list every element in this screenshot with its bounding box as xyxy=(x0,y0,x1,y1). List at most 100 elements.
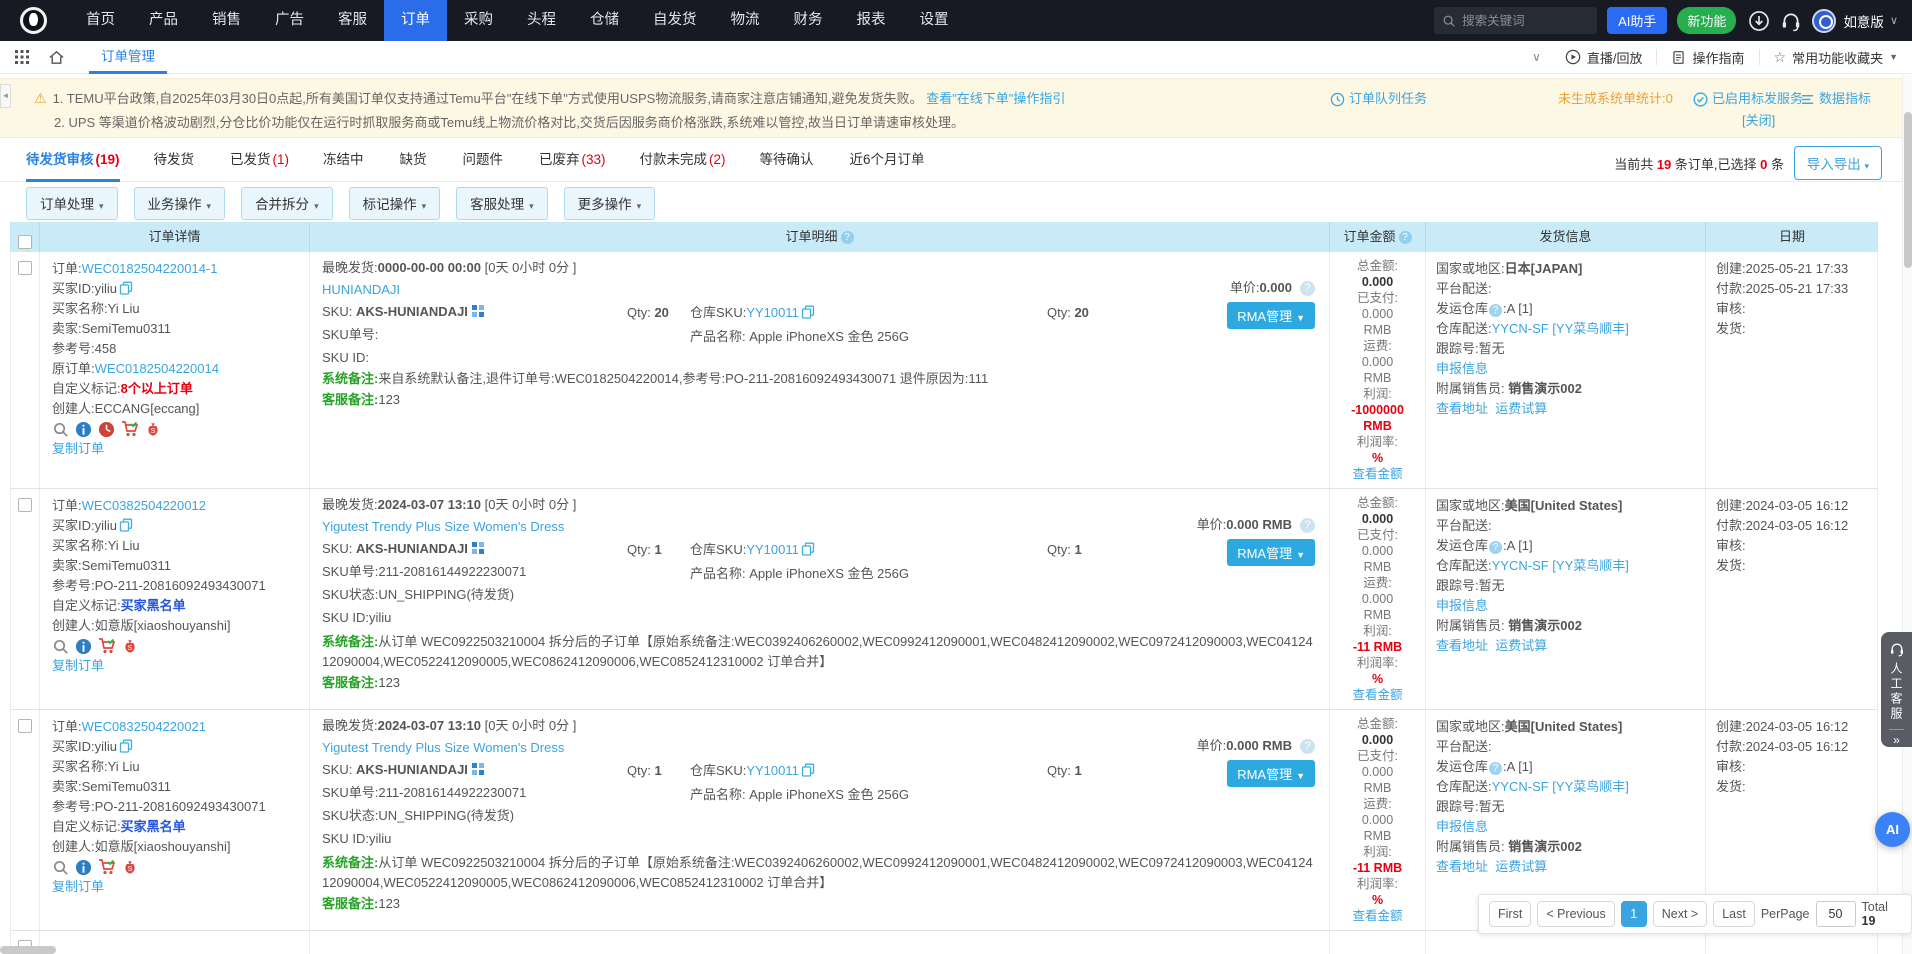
row-checkbox[interactable] xyxy=(18,498,32,512)
order-queue-task-link[interactable]: 订单队列任务 xyxy=(1330,87,1427,111)
freight-trial-link[interactable]: 运费试算 xyxy=(1495,401,1547,416)
help-icon[interactable]: ? xyxy=(1300,739,1315,754)
original-order-link[interactable]: WEC0182504220014 xyxy=(95,361,219,376)
tab-problem[interactable]: 问题件 xyxy=(463,142,506,182)
row-checkbox[interactable] xyxy=(18,261,32,275)
product-title-link[interactable]: Yigutest Trendy Plus Size Women's Dress xyxy=(322,740,564,755)
copy-icon[interactable] xyxy=(119,739,133,753)
help-icon[interactable]: ? xyxy=(841,231,854,244)
user-avatar[interactable] xyxy=(1812,9,1836,33)
tab-discarded[interactable]: 已废弃(33) xyxy=(539,142,606,182)
enabled-label-service-link[interactable]: 已启用标发服务 xyxy=(1693,87,1803,111)
nav-orders[interactable]: 订单 xyxy=(384,0,447,41)
user-name[interactable]: 如意版 xyxy=(1843,11,1884,31)
pagination-first-button[interactable]: First xyxy=(1489,901,1531,927)
info-icon[interactable] xyxy=(75,421,92,438)
money-bag-icon[interactable] xyxy=(122,859,138,876)
declare-info-link[interactable]: 申报信息 xyxy=(1436,598,1488,613)
warehouse-delivery-link[interactable]: YYCN-SF [YY菜鸟顺丰] xyxy=(1492,321,1629,336)
download-icon[interactable] xyxy=(1748,10,1770,32)
warehouse-sku-link[interactable]: YY10011 xyxy=(746,542,799,557)
view-address-link[interactable]: 查看地址 xyxy=(1436,859,1488,874)
cart-check-icon[interactable] xyxy=(98,858,116,876)
nav-product[interactable]: 产品 xyxy=(132,0,195,41)
customer-service-tab[interactable]: 人工客服 » xyxy=(1881,632,1912,747)
pagination-current-page[interactable]: 1 xyxy=(1621,901,1647,927)
info-icon[interactable] xyxy=(75,859,92,876)
help-icon[interactable]: ? xyxy=(1300,518,1315,533)
copy-order-link[interactable]: 复制订单 xyxy=(52,879,104,894)
nav-purchase[interactable]: 采购 xyxy=(447,0,510,41)
merge-split-button[interactable]: 合并拆分▾ xyxy=(241,187,333,220)
cs-process-button[interactable]: 客服处理▾ xyxy=(456,187,548,220)
more-ops-button[interactable]: 更多操作▾ xyxy=(564,187,656,220)
nav-settings[interactable]: 设置 xyxy=(903,0,966,41)
nav-sales[interactable]: 销售 xyxy=(195,0,258,41)
freight-trial-link[interactable]: 运费试算 xyxy=(1495,859,1547,874)
tab-payment-incomplete[interactable]: 付款未完成(2) xyxy=(640,142,726,182)
nav-finance[interactable]: 财务 xyxy=(777,0,840,41)
rma-manage-button[interactable]: RMA管理▼ xyxy=(1227,760,1315,787)
sku-grid-icon[interactable] xyxy=(472,305,484,317)
copy-icon[interactable] xyxy=(801,763,815,777)
perpage-input[interactable] xyxy=(1816,901,1856,927)
sku-grid-icon[interactable] xyxy=(472,542,484,554)
nav-warehouse[interactable]: 仓储 xyxy=(573,0,636,41)
warehouse-delivery-link[interactable]: YYCN-SF [YY菜鸟顺丰] xyxy=(1492,558,1629,573)
magnifier-icon[interactable] xyxy=(52,859,69,876)
tabs-chevron-icon[interactable]: ∨ xyxy=(1522,50,1551,64)
copy-icon[interactable] xyxy=(801,305,815,319)
select-all-checkbox[interactable] xyxy=(18,235,32,249)
view-amount-link[interactable]: 查看金额 xyxy=(1352,467,1402,481)
tab-awaiting-confirm[interactable]: 等待确认 xyxy=(760,142,816,182)
declare-info-link[interactable]: 申报信息 xyxy=(1436,361,1488,376)
apps-grid-icon[interactable] xyxy=(14,49,30,65)
product-title-link[interactable]: HUNIANDAJI xyxy=(322,282,400,297)
help-icon[interactable]: ? xyxy=(1399,231,1412,244)
pagination-next-button[interactable]: Next > xyxy=(1653,901,1707,927)
mark-ops-button[interactable]: 标记操作▾ xyxy=(349,187,441,220)
operation-guide-link[interactable]: 操作指南 xyxy=(1657,48,1758,66)
ai-chat-bubble[interactable]: AI xyxy=(1875,812,1910,847)
help-icon[interactable]: ? xyxy=(1489,304,1502,317)
order-number-link[interactable]: WEC0832504220021 xyxy=(82,719,206,734)
new-features-button[interactable]: 新功能 xyxy=(1677,7,1736,34)
product-title-link[interactable]: Yigutest Trendy Plus Size Women's Dress xyxy=(322,519,564,534)
copy-icon[interactable] xyxy=(801,542,815,556)
live-replay-link[interactable]: 直播/回放 xyxy=(1551,48,1657,66)
pagination-prev-button[interactable]: < Previous xyxy=(1537,901,1614,927)
collapse-notice-icon[interactable]: ◄ xyxy=(0,84,11,108)
data-metrics-link[interactable]: 数据指标 xyxy=(1800,87,1871,111)
help-icon[interactable]: ? xyxy=(1489,762,1502,775)
home-icon[interactable] xyxy=(48,49,65,66)
order-number-link[interactable]: WEC0182504220014-1 xyxy=(82,261,218,276)
warehouse-sku-link[interactable]: YY10011 xyxy=(746,763,799,778)
view-amount-link[interactable]: 查看金额 xyxy=(1352,688,1402,702)
nav-self-shipping[interactable]: 自发货 xyxy=(636,0,714,41)
tab-shipped[interactable]: 已发货(1) xyxy=(230,142,289,182)
help-icon[interactable]: ? xyxy=(1300,281,1315,296)
tab-order-management[interactable]: 订单管理 xyxy=(89,41,167,74)
help-icon[interactable]: ? xyxy=(1489,541,1502,554)
row-checkbox[interactable] xyxy=(18,719,32,733)
magnifier-icon[interactable] xyxy=(52,638,69,655)
view-address-link[interactable]: 查看地址 xyxy=(1436,401,1488,416)
magnifier-icon[interactable] xyxy=(52,421,69,438)
declare-info-link[interactable]: 申报信息 xyxy=(1436,819,1488,834)
view-amount-link[interactable]: 查看金额 xyxy=(1352,909,1402,923)
business-ops-button[interactable]: 业务操作▾ xyxy=(134,187,226,220)
view-address-link[interactable]: 查看地址 xyxy=(1436,638,1488,653)
copy-icon[interactable] xyxy=(119,281,133,295)
sku-grid-icon[interactable] xyxy=(472,763,484,775)
favorites-menu[interactable]: ☆ 常用功能收藏夹 ▼ xyxy=(1760,48,1912,66)
tab-pending-review[interactable]: 待发货审核(19) xyxy=(26,142,120,182)
clock-icon[interactable] xyxy=(98,421,115,438)
horizontal-scrollbar-thumb[interactable] xyxy=(0,946,56,954)
cart-check-icon[interactable] xyxy=(121,420,139,438)
pagination-last-button[interactable]: Last xyxy=(1713,901,1755,927)
order-number-link[interactable]: WEC0382504220012 xyxy=(82,498,206,513)
scrollbar-thumb[interactable] xyxy=(1904,112,1912,268)
ai-assistant-button[interactable]: AI助手 xyxy=(1607,7,1667,34)
money-bag-icon[interactable] xyxy=(122,638,138,655)
user-menu-caret-icon[interactable]: ∨ xyxy=(1890,14,1898,27)
